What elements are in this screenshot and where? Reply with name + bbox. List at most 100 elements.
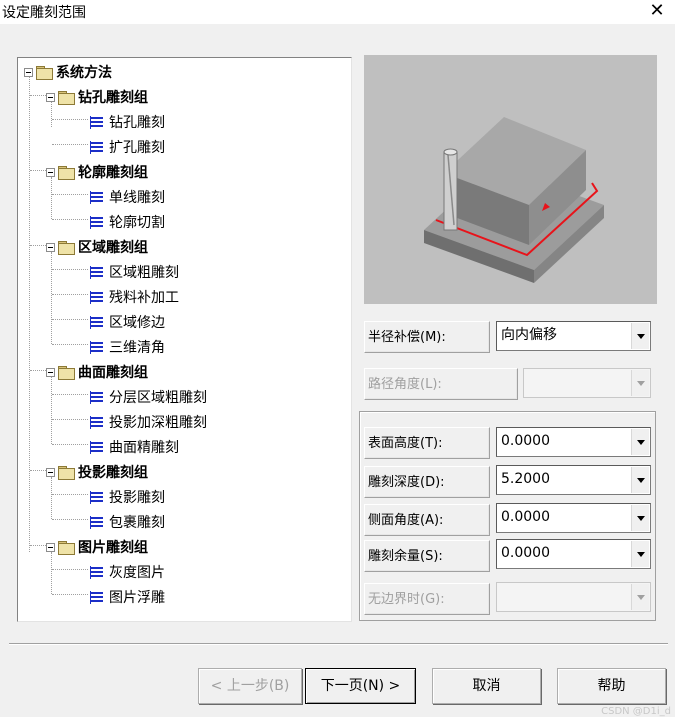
no-boundary-label: 无边界时(G): [364, 583, 490, 615]
path-angle-combo[interactable] [523, 368, 651, 398]
next-button[interactable]: 下一页(N) > [305, 668, 416, 704]
help-button[interactable]: 帮助 [557, 668, 666, 704]
tree-item[interactable]: 分层区域粗雕刻 [90, 387, 207, 407]
tree-item[interactable]: 钻孔雕刻 [90, 112, 165, 132]
tree-item-label: 区域修边 [109, 315, 165, 331]
tree-item[interactable]: 单线雕刻 [90, 187, 165, 207]
surface-height-combo[interactable]: 0.0000 [496, 427, 651, 457]
method-list-icon [90, 565, 103, 579]
tree-item-label: 扩孔雕刻 [109, 140, 165, 156]
collapse-icon[interactable] [46, 167, 55, 177]
collapse-icon[interactable] [46, 92, 55, 102]
tree-item[interactable]: 区域粗雕刻 [90, 262, 179, 282]
tree-item-selected[interactable]: 轮廓切割 [90, 212, 165, 232]
collapse-icon[interactable] [46, 242, 55, 252]
preview-image [364, 55, 657, 304]
tree-item-label: 单线雕刻 [109, 190, 165, 206]
chevron-down-icon[interactable] [631, 370, 649, 396]
separator [9, 643, 668, 645]
tree-item[interactable]: 投影加深粗雕刻 [90, 412, 207, 432]
tree-item-label: 投影雕刻 [109, 490, 165, 506]
path-angle-label: 路径角度(L): [364, 368, 518, 400]
tree-group-label: 曲面雕刻组 [78, 365, 148, 381]
method-list-icon [90, 215, 103, 229]
close-icon[interactable]: ✕ [647, 0, 667, 22]
tree-item-label: 灰度图片 [109, 565, 165, 581]
chevron-down-icon[interactable] [631, 323, 649, 349]
tree-item-label: 曲面精雕刻 [109, 440, 179, 456]
surface-height-label: 表面高度(T): [364, 427, 490, 459]
tree-item[interactable]: 包裹雕刻 [90, 512, 165, 532]
tree-group-label: 区域雕刻组 [78, 240, 148, 256]
tree-group-image[interactable]: 图片雕刻组 [46, 537, 148, 557]
side-angle-label: 侧面角度(A): [364, 504, 490, 536]
method-list-icon [90, 440, 103, 454]
method-list-icon [90, 115, 104, 129]
radius-comp-label: 半径补偿(M): [364, 321, 490, 353]
carve-allowance-value: 0.0000 [501, 545, 550, 561]
tree-item[interactable]: 三维清角 [90, 337, 165, 357]
method-list-icon [90, 490, 103, 504]
method-list-icon [90, 290, 103, 304]
tree-group-label: 钻孔雕刻组 [78, 90, 148, 106]
radius-comp-value: 向内偏移 [501, 327, 557, 343]
collapse-icon[interactable] [46, 467, 55, 477]
folder-icon [58, 365, 75, 380]
tree-root-label: 系统方法 [56, 65, 112, 81]
side-angle-combo[interactable]: 0.0000 [496, 503, 651, 533]
tree-group-projection[interactable]: 投影雕刻组 [46, 462, 148, 482]
tree-item[interactable]: 投影雕刻 [90, 487, 165, 507]
carve-allowance-label: 雕刻余量(S): [364, 540, 490, 572]
carving-preview-illustration [424, 117, 604, 283]
tree-item-label: 包裹雕刻 [109, 515, 165, 531]
method-list-icon [90, 590, 103, 604]
folder-icon [58, 240, 75, 255]
collapse-icon[interactable] [46, 367, 55, 377]
method-tree[interactable]: 系统方法 钻孔雕刻组 钻孔雕刻 扩孔雕刻 轮廓雕刻组 单线雕刻 轮廓切割 区域雕… [17, 57, 352, 622]
no-boundary-combo[interactable] [496, 582, 651, 612]
side-angle-value: 0.0000 [501, 509, 550, 525]
tree-item[interactable]: 区域修边 [90, 312, 165, 332]
tree-group-area[interactable]: 区域雕刻组 [46, 237, 148, 257]
chevron-down-icon[interactable] [631, 429, 649, 455]
prev-button[interactable]: < 上一步(B) [198, 668, 302, 704]
chevron-down-icon[interactable] [631, 541, 649, 567]
tree-item[interactable]: 扩孔雕刻 [90, 137, 165, 157]
window-title: 设定雕刻范围 [2, 5, 86, 21]
chevron-down-icon[interactable] [631, 584, 649, 610]
tree-item-label: 钻孔雕刻 [109, 115, 165, 131]
collapse-icon[interactable] [46, 542, 55, 552]
method-list-icon [90, 265, 103, 279]
tree-group-contour[interactable]: 轮廓雕刻组 [46, 162, 148, 182]
tree-group-label: 投影雕刻组 [78, 465, 148, 481]
carve-allowance-combo[interactable]: 0.0000 [496, 539, 651, 569]
chevron-down-icon[interactable] [631, 467, 649, 493]
carve-depth-value: 5.2000 [501, 471, 550, 487]
tree-group-drilling[interactable]: 钻孔雕刻组 [46, 87, 148, 107]
method-list-icon [90, 340, 103, 354]
method-list-icon [90, 140, 103, 154]
tree-item-label: 分层区域粗雕刻 [109, 390, 207, 406]
method-list-icon [90, 190, 103, 204]
tree-item[interactable]: 图片浮雕 [90, 587, 165, 607]
method-list-icon [90, 415, 103, 429]
tree-item-label: 投影加深粗雕刻 [109, 415, 207, 431]
radius-comp-combo[interactable]: 向内偏移 [496, 321, 651, 351]
folder-icon [58, 90, 75, 105]
tree-item-label: 区域粗雕刻 [109, 265, 179, 281]
tree-item[interactable]: 曲面精雕刻 [90, 437, 179, 457]
method-list-icon [90, 390, 103, 404]
collapse-icon[interactable] [24, 67, 33, 77]
tree-item[interactable]: 残料补加工 [90, 287, 179, 307]
folder-icon [58, 165, 75, 180]
tree-group-surface[interactable]: 曲面雕刻组 [46, 362, 148, 382]
tree-item[interactable]: 灰度图片 [90, 562, 165, 582]
title-bar: 设定雕刻范围 ✕ [0, 0, 675, 24]
tree-item-label: 图片浮雕 [109, 590, 165, 606]
chevron-down-icon[interactable] [631, 505, 649, 531]
surface-height-value: 0.0000 [501, 433, 550, 449]
cancel-button[interactable]: 取消 [432, 668, 541, 704]
carve-depth-combo[interactable]: 5.2000 [496, 465, 651, 495]
tree-root[interactable]: 系统方法 [24, 62, 112, 82]
folder-icon [58, 540, 75, 555]
